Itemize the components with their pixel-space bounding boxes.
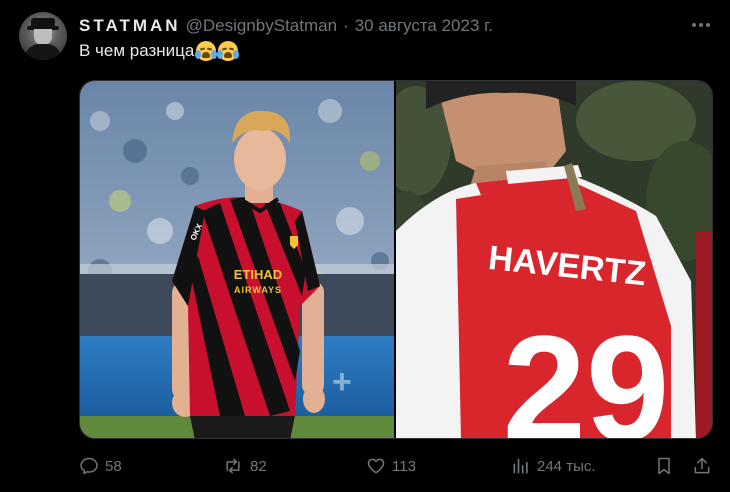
tweet-text: В чем разница	[79, 41, 240, 61]
crying-face-emoji-icon	[217, 41, 240, 61]
more-options-icon[interactable]	[688, 13, 714, 37]
tweet-media[interactable]: + ETIHAD AIRWAYS OKX HAVERTZ 29	[79, 80, 713, 439]
retweet-count: 82	[250, 457, 267, 475]
heart-icon	[367, 458, 385, 474]
shirt-number: 29	[503, 304, 670, 438]
svg-text:+: +	[332, 363, 352, 401]
retweet-icon	[226, 458, 240, 474]
views-button[interactable]: 244 тыс.	[511, 456, 596, 476]
header-separator: ·	[343, 16, 349, 35]
bookmark-icon	[658, 457, 670, 475]
author-display-name[interactable]: STATMAN	[79, 16, 181, 36]
share-button[interactable]	[692, 456, 712, 476]
share-icon	[694, 457, 710, 474]
author-avatar[interactable]	[19, 12, 67, 60]
jersey-sponsor-line1: ETIHAD	[234, 267, 282, 282]
tweet-header: STATMAN @DesignbyStatman · 30 августа 20…	[79, 15, 493, 37]
avatar-face	[34, 29, 52, 45]
reply-button[interactable]: 58	[79, 456, 122, 476]
retweet-button[interactable]: 82	[222, 456, 267, 476]
crying-face-emoji-icon	[195, 41, 218, 61]
author-handle[interactable]: @DesignbyStatman	[186, 16, 337, 36]
avatar-coat	[25, 44, 61, 60]
tweet-date[interactable]: 30 августа 2023 г.	[355, 16, 493, 36]
bookmark-button[interactable]	[654, 456, 674, 476]
reply-count: 58	[105, 457, 122, 475]
jersey-sponsor-line2: AIRWAYS	[234, 285, 282, 295]
media-image-right[interactable]: HAVERTZ 29	[396, 81, 712, 438]
views-count: 244 тыс.	[537, 457, 596, 475]
media-image-left[interactable]: + ETIHAD AIRWAYS OKX	[80, 81, 394, 438]
views-chart-icon	[513, 458, 528, 474]
like-count: 113	[392, 457, 416, 475]
reply-icon	[80, 457, 98, 475]
like-button[interactable]: 113	[366, 456, 416, 476]
tweet-text-content: В чем разница	[79, 41, 195, 60]
